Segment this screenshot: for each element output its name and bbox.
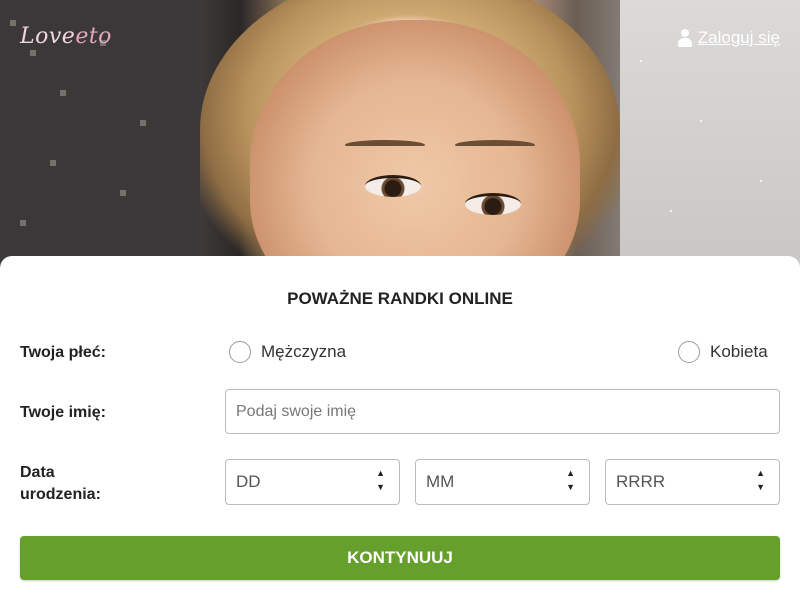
- arrow-down-icon[interactable]: ▼: [566, 482, 575, 492]
- arrow-down-icon[interactable]: ▼: [756, 482, 765, 492]
- birthdate-label-line2: urodzenia:: [20, 486, 101, 503]
- birth-day-arrows[interactable]: ▲ ▼: [376, 468, 385, 492]
- radio-female[interactable]: [678, 341, 700, 363]
- birthdate-label-line1: Data: [20, 464, 55, 481]
- gender-option-male-label: Mężczyzna: [261, 342, 347, 361]
- registration-card: POWAŻNE RANDKI ONLINE Twoja płeć: Mężczy…: [0, 256, 800, 600]
- birth-month-arrows[interactable]: ▲ ▼: [566, 468, 575, 492]
- user-icon: [677, 29, 692, 47]
- birth-year-arrows[interactable]: ▲ ▼: [756, 468, 765, 492]
- logo-text-part2: eto: [75, 24, 112, 49]
- wall-light-dot: [670, 210, 672, 212]
- wall-light-dot: [640, 60, 642, 62]
- wall-light-dot: [700, 120, 702, 122]
- birth-day-stepper[interactable]: DD ▲ ▼: [225, 459, 400, 505]
- logo-text-part1: Love: [20, 24, 76, 49]
- login-link[interactable]: Zaloguj się: [677, 28, 780, 48]
- site-logo[interactable]: Loveeto: [20, 24, 112, 49]
- birth-month-value: MM: [426, 472, 455, 491]
- window-light: [20, 220, 26, 226]
- window-light: [120, 190, 126, 196]
- name-label: Twoje imię:: [20, 404, 106, 421]
- window-light: [30, 50, 36, 56]
- eye-left: [365, 175, 421, 197]
- face-shape: [250, 20, 580, 280]
- login-label: Zaloguj się: [697, 28, 780, 47]
- gender-label: Twoja płeć:: [20, 344, 106, 361]
- gender-option-female[interactable]: Kobieta: [678, 341, 768, 363]
- eye-right: [465, 193, 521, 215]
- eyebrow-right: [455, 140, 535, 150]
- birthdate-label: Data urodzenia:: [20, 462, 101, 506]
- arrow-down-icon[interactable]: ▼: [376, 482, 385, 492]
- arrow-up-icon[interactable]: ▲: [756, 468, 765, 478]
- gender-option-male[interactable]: Mężczyzna: [229, 341, 346, 363]
- eyebrow-left: [345, 140, 425, 150]
- birth-year-value: RRRR: [616, 472, 666, 491]
- name-input[interactable]: [225, 389, 780, 434]
- arrow-up-icon[interactable]: ▲: [376, 468, 385, 478]
- window-light: [10, 20, 16, 26]
- radio-male[interactable]: [229, 341, 251, 363]
- window-light: [140, 120, 146, 126]
- arrow-up-icon[interactable]: ▲: [566, 468, 575, 478]
- birth-day-value: DD: [236, 472, 261, 491]
- window-light: [60, 90, 66, 96]
- birth-month-stepper[interactable]: MM ▲ ▼: [415, 459, 590, 505]
- birth-year-stepper[interactable]: RRRR ▲ ▼: [605, 459, 780, 505]
- wall-light-dot: [760, 180, 762, 182]
- gender-option-female-label: Kobieta: [710, 342, 768, 361]
- form-title: POWAŻNE RANDKI ONLINE: [287, 289, 513, 308]
- continue-button[interactable]: KONTYNUUJ: [20, 536, 780, 580]
- window-light: [50, 160, 56, 166]
